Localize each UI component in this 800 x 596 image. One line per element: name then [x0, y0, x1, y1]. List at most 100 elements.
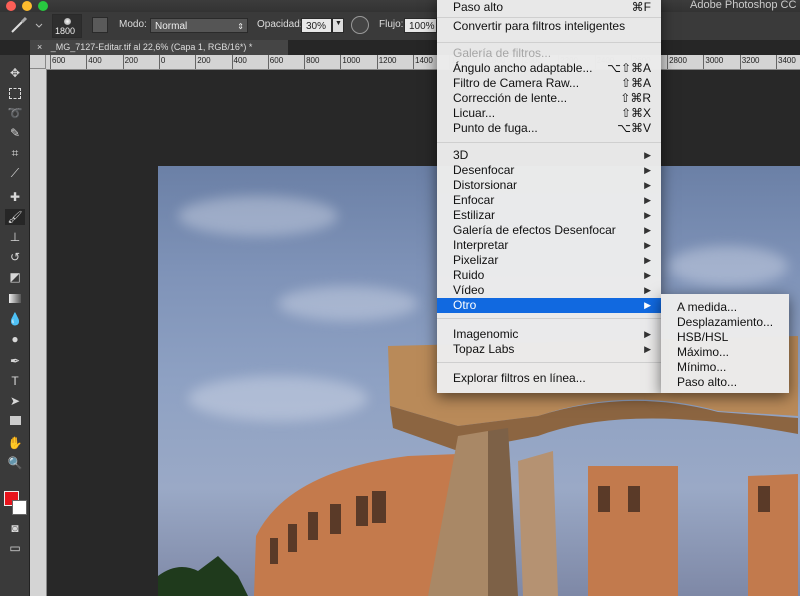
menu-item-label: Otro [453, 298, 477, 312]
filter-menu-item[interactable]: Desenfocar ▶ [437, 163, 661, 178]
document-title: _MG_7127-Editar.tif al 22,6% (Capa 1, RG… [50, 42, 253, 52]
move-tool-icon[interactable]: ✥ [5, 65, 25, 81]
screen-mode-icon[interactable]: ▭ [5, 540, 25, 556]
opacity-input[interactable]: 30% [301, 18, 332, 33]
filter-menu-item[interactable]: Galería de efectos Desenfocar ▶ [437, 223, 661, 238]
eyedropper-tool-icon[interactable]: ⟋ [5, 165, 25, 181]
healing-brush-tool-icon[interactable]: ✚ [5, 189, 25, 205]
hand-tool-icon[interactable]: ✋ [5, 435, 25, 451]
quick-selection-tool-icon[interactable]: ✎ [5, 125, 25, 141]
ruler-origin[interactable] [30, 55, 46, 69]
ruler-tick-line [667, 55, 669, 69]
submenu-arrow-icon: ▶ [644, 270, 651, 280]
history-brush-tool-icon[interactable]: ↺ [5, 249, 25, 265]
filter-menu-item[interactable]: 3D ▶ [437, 148, 661, 163]
pen-tool-icon[interactable]: ✒ [5, 353, 25, 369]
menu-item-label: Paso alto... [677, 375, 738, 389]
opacity-dropdown-button[interactable]: ▼ [332, 18, 344, 33]
menu-item-label: Convertir para filtros inteligentes [453, 19, 626, 33]
ruler-tick-line [195, 55, 197, 69]
otro-submenu-item[interactable]: Mínimo... [661, 360, 789, 375]
filter-menu-item[interactable]: Corrección de lente... ⇧⌘R [437, 91, 661, 106]
otro-submenu-item[interactable]: Máximo... [661, 345, 789, 360]
submenu-arrow-icon: ▶ [644, 240, 651, 250]
eraser-tool-icon[interactable]: ◩ [5, 269, 25, 285]
zoom-window-button[interactable] [38, 1, 48, 11]
filter-menu-item[interactable]: Punto de fuga... ⌥⌘V [437, 121, 661, 136]
clone-stamp-tool-icon[interactable]: ⊥ [5, 229, 25, 245]
filter-menu-item[interactable]: Estilizar ▶ [437, 208, 661, 223]
marquee-tool-icon[interactable] [5, 85, 25, 101]
submenu-arrow-icon: ▶ [644, 180, 651, 190]
ruler-tick-label: 3000 [705, 56, 724, 65]
otro-submenu: A medida... Desplazamiento... HSB/HSL Máxim… [661, 294, 789, 393]
chevron-updown-icon: ⇕ [237, 22, 244, 31]
horizontal-ruler[interactable]: 6004002000200400600800100012001400160018… [46, 55, 800, 70]
menu-item-label: Interpretar [453, 238, 509, 252]
quick-mask-icon[interactable]: ◙ [5, 520, 25, 536]
rectangle-tool-icon[interactable] [5, 413, 25, 429]
brush-size-picker[interactable]: 1800 [52, 14, 82, 38]
lasso-tool-icon[interactable]: ➰ [5, 105, 25, 121]
filter-menu-item[interactable]: Vídeo ▶ [437, 283, 661, 298]
menu-item-shortcut: ⇧⌘A [620, 76, 651, 90]
gradient-tool-icon[interactable] [5, 291, 25, 307]
path-selection-tool-icon[interactable]: ➤ [5, 393, 25, 409]
brush-panel-toggle-icon[interactable] [92, 17, 108, 33]
menu-item-label: Distorsionar [453, 178, 518, 192]
menu-item-label: Galería de filtros... [453, 46, 552, 60]
ruler-tick-line [703, 55, 705, 69]
filter-menu-item[interactable]: Pixelizar ▶ [437, 253, 661, 268]
vertical-ruler[interactable] [30, 69, 47, 596]
filter-menu-item[interactable]: Interpretar ▶ [437, 238, 661, 253]
otro-submenu-item[interactable]: Desplazamiento... [661, 315, 789, 330]
filter-menu-item[interactable]: Otro ▶ [437, 298, 661, 313]
menu-item-label: A medida... [677, 300, 738, 314]
mode-select[interactable]: Normal ⇕ [150, 18, 248, 33]
type-tool-icon[interactable]: T [5, 373, 25, 389]
mode-value: Normal [155, 21, 188, 32]
filter-menu-item[interactable]: Topaz Labs ▶ [437, 342, 661, 357]
otro-submenu-item[interactable]: HSB/HSL [661, 330, 789, 345]
menu-item-label: Desenfocar [453, 163, 515, 177]
blur-tool-icon[interactable]: 💧 [5, 311, 25, 327]
chevron-down-icon: ▼ [335, 20, 342, 27]
brush-tip-icon [64, 18, 71, 25]
menu-item-label: Ángulo ancho adaptable... [453, 61, 593, 75]
otro-submenu-item[interactable]: A medida... [661, 300, 789, 315]
background-color-swatch[interactable] [12, 500, 27, 515]
tools-panel: ✥ ➰ ✎ ⌗ ⟋ ✚ 🖌 ⊥ ↺ ◩ 💧 ● ✒ T ➤ ✋ 🔍 ◙ ▭ [0, 55, 30, 596]
close-window-button[interactable] [6, 1, 16, 11]
filter-menu-item[interactable]: Convertir para filtros inteligentes [437, 19, 661, 34]
ruler-tick-label: 200 [124, 56, 138, 65]
otro-submenu-item[interactable]: Paso alto... [661, 375, 789, 390]
filter-menu-item[interactable]: Imagenomic ▶ [437, 327, 661, 342]
pressure-opacity-icon[interactable] [351, 16, 369, 34]
filter-menu: Paso alto ⌘F Convertir para filtros inteli… [437, 0, 661, 393]
filter-menu-item[interactable]: Paso alto ⌘F [437, 0, 661, 15]
filter-menu-item[interactable]: Distorsionar ▶ [437, 178, 661, 193]
filter-menu-item[interactable]: Licuar... ⇧⌘X [437, 106, 661, 121]
brush-tool-preset-icon[interactable] [8, 16, 44, 36]
menu-item-label: Máximo... [677, 345, 730, 359]
menu-item-label: Enfocar [453, 193, 495, 207]
filter-menu-item[interactable]: Ruido ▶ [437, 268, 661, 283]
document-tab[interactable]: × _MG_7127-Editar.tif al 22,6% (Capa 1, … [30, 40, 288, 55]
filter-menu-item[interactable]: Ángulo ancho adaptable... ⌥⇧⌘A [437, 61, 661, 76]
crop-tool-icon[interactable]: ⌗ [5, 145, 25, 161]
ruler-tick-label: 0 [160, 56, 166, 65]
zoom-tool-icon[interactable]: 🔍 [5, 455, 25, 471]
dodge-tool-icon[interactable]: ● [5, 331, 25, 347]
close-tab-icon[interactable]: × [37, 42, 42, 52]
filter-menu-item[interactable]: Explorar filtros en línea... [437, 371, 661, 386]
filter-menu-item[interactable]: Filtro de Camera Raw... ⇧⌘A [437, 76, 661, 91]
menu-item-shortcut: ⇧⌘X [620, 106, 651, 120]
minimize-window-button[interactable] [22, 1, 32, 11]
flow-input[interactable]: 100% [404, 18, 437, 33]
ruler-tick-line [158, 55, 160, 69]
brush-tool-icon[interactable]: 🖌 [5, 209, 25, 225]
menu-item-shortcut: ⌥⇧⌘A [607, 61, 651, 75]
filter-menu-item[interactable]: Enfocar ▶ [437, 193, 661, 208]
menu-item-label: Filtro de Camera Raw... [453, 76, 580, 90]
filter-menu-item: Galería de filtros... [437, 46, 661, 61]
